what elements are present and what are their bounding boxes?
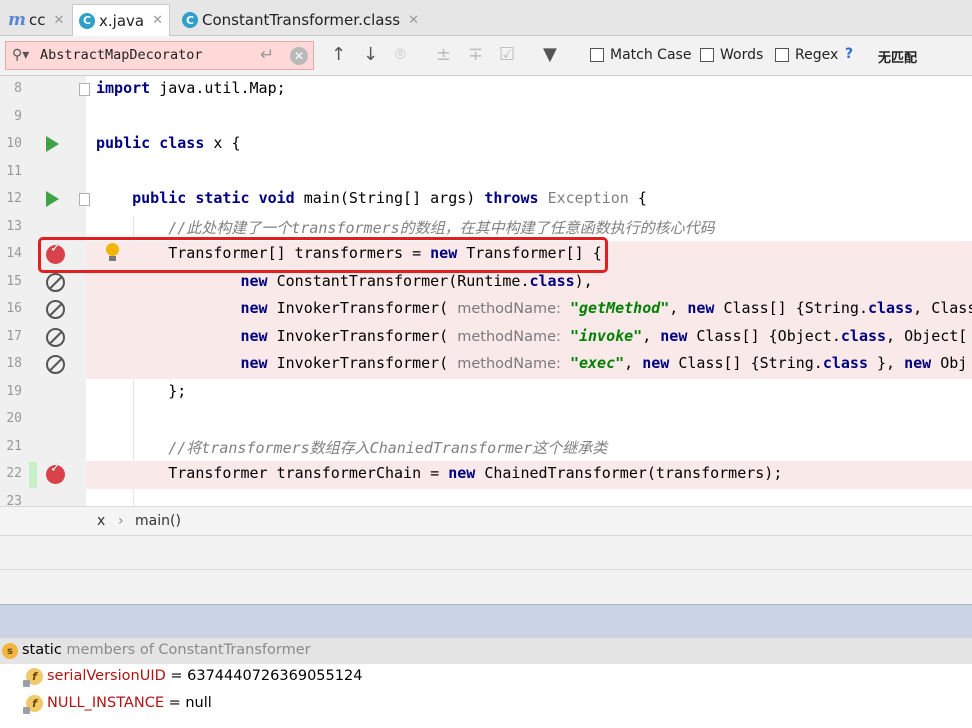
checkbox-box[interactable] xyxy=(590,48,604,62)
add-occurrence-icon[interactable]: ± xyxy=(436,44,451,65)
checkbox-box[interactable] xyxy=(775,48,789,62)
code-line[interactable]: 21 //将transformers数组存入ChaniedTransformer… xyxy=(0,434,972,462)
static-members-label: members of ConstantTransformer xyxy=(61,642,311,658)
code-editor[interactable]: 8 import java.util.Map; 9 10 public clas… xyxy=(0,76,972,506)
code-line[interactable]: 16 new InvokerTransformer( methodName: "… xyxy=(0,296,972,324)
disabled-breakpoint-icon[interactable] xyxy=(46,355,65,374)
select-all-occurrences-icon[interactable]: ☑ xyxy=(499,44,515,65)
list-item[interactable]: f serialVersionUID = 6374440726369055124 xyxy=(0,664,972,690)
panel-divider[interactable] xyxy=(0,604,972,638)
code-line[interactable]: 11 xyxy=(0,159,972,187)
checkbox-box[interactable] xyxy=(700,48,714,62)
tab-label: x.java xyxy=(99,11,145,30)
debug-toolbar-area xyxy=(0,536,972,570)
code-line[interactable]: 10 public class x { xyxy=(0,131,972,159)
highlight-annotation-box xyxy=(38,237,608,273)
breadcrumb-item-class[interactable]: x xyxy=(97,513,105,529)
code-line[interactable]: 17 new InvokerTransformer( methodName: "… xyxy=(0,323,972,351)
code-line[interactable]: 9 xyxy=(0,104,972,132)
disabled-breakpoint-icon[interactable] xyxy=(46,300,65,319)
fold-icon[interactable] xyxy=(79,83,90,96)
arrow-up-icon[interactable]: ↑ xyxy=(331,44,346,65)
run-icon[interactable] xyxy=(46,136,59,152)
run-icon[interactable] xyxy=(46,191,59,207)
find-bar: ⚲▾ AbstractMapDecorator ↵ ✕ ↑ ↓ ⌾ ± ∓ ☑ … xyxy=(0,36,972,76)
remove-occurrence-icon[interactable]: ∓ xyxy=(468,44,483,65)
tab-label: cc xyxy=(29,11,46,29)
breadcrumb-separator: › xyxy=(118,513,124,529)
list-item[interactable]: f NULL_INSTANCE = null xyxy=(0,691,972,717)
close-icon[interactable]: ✕ xyxy=(408,13,419,28)
static-icon: s xyxy=(2,643,18,659)
enter-icon[interactable]: ↵ xyxy=(260,45,274,65)
field-value: = 6374440726369055124 xyxy=(165,668,363,684)
arrow-down-icon[interactable]: ↓ xyxy=(363,44,378,65)
java-class-icon: C xyxy=(79,12,95,29)
breadcrumb: x › main() xyxy=(0,506,972,536)
variables-panel: s static members of ConstantTransformer … xyxy=(0,638,972,728)
words-checkbox[interactable]: Words xyxy=(700,47,763,63)
breadcrumb-item-method[interactable]: main() xyxy=(135,513,181,529)
editor-tab-bar: m cc ✕ C x.java ✕ C ConstantTransformer.… xyxy=(0,0,972,36)
search-status: 无匹配 xyxy=(878,51,918,66)
code-line[interactable]: 23 xyxy=(0,489,972,507)
changed-line-marker xyxy=(29,462,37,488)
code-line[interactable]: 8 import java.util.Map; xyxy=(0,76,972,104)
field-icon: f xyxy=(23,695,43,714)
match-case-checkbox[interactable]: Match Case xyxy=(590,47,691,63)
code-line[interactable]: 20 xyxy=(0,406,972,434)
field-name: serialVersionUID xyxy=(47,668,166,684)
close-icon[interactable]: ✕ xyxy=(152,13,163,28)
filter-icon[interactable]: ▼ xyxy=(543,44,557,65)
m-icon: m xyxy=(8,10,26,30)
disabled-breakpoint-icon[interactable] xyxy=(46,272,65,292)
field-value: = null xyxy=(163,695,212,711)
tab-constant-transformer[interactable]: C ConstantTransformer.class ✕ xyxy=(176,4,425,36)
breakpoint-icon[interactable]: ✓ xyxy=(46,461,65,484)
field-icon: f xyxy=(23,668,43,687)
code-line[interactable]: 18 new InvokerTransformer( methodName: "… xyxy=(0,351,972,379)
search-input[interactable]: ⚲▾ AbstractMapDecorator ↵ ✕ xyxy=(5,41,314,70)
tab-x-java[interactable]: C x.java ✕ xyxy=(72,4,170,36)
disabled-breakpoint-icon[interactable] xyxy=(46,327,65,347)
regex-checkbox[interactable]: Regex xyxy=(775,47,838,63)
search-icon[interactable]: ⚲▾ xyxy=(12,47,29,63)
list-item[interactable]: s static members of ConstantTransformer xyxy=(0,638,972,664)
search-value[interactable]: AbstractMapDecorator xyxy=(40,47,203,63)
close-icon[interactable]: ✕ xyxy=(54,13,65,28)
code-line[interactable]: 12 public static void main(String[] args… xyxy=(0,186,972,214)
code-line[interactable]: 19 }; xyxy=(0,379,972,407)
fold-icon[interactable] xyxy=(79,193,90,206)
clear-icon[interactable]: ✕ xyxy=(290,47,308,65)
tab-label: ConstantTransformer.class xyxy=(202,11,401,29)
field-name: NULL_INSTANCE xyxy=(47,695,164,711)
code-line[interactable]: 22 ✓ Transformer transformerChain = new … xyxy=(0,461,972,489)
debug-frames-area xyxy=(0,570,972,604)
tab-cc[interactable]: m cc ✕ xyxy=(2,4,70,36)
static-label: static xyxy=(22,642,62,658)
help-icon[interactable]: ? xyxy=(845,46,853,62)
find-all-icon[interactable]: ⌾ xyxy=(395,44,406,65)
class-icon: C xyxy=(182,12,198,28)
